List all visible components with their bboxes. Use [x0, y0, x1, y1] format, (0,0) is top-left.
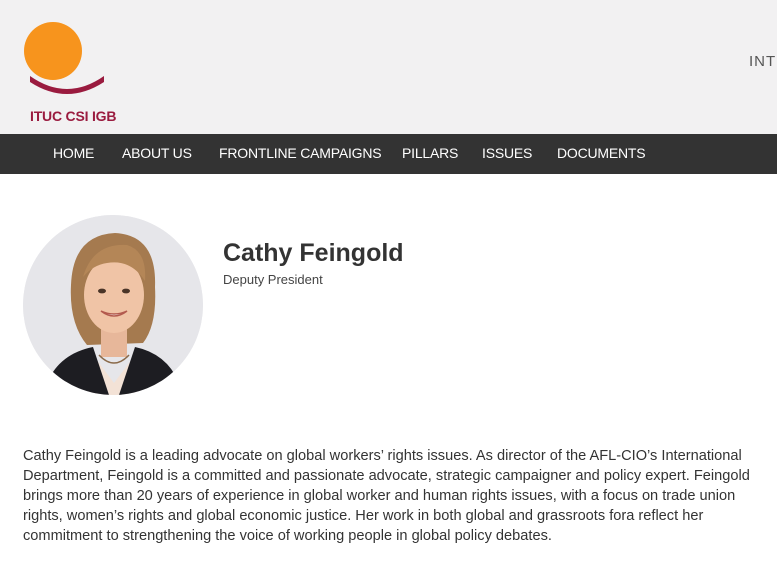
- nav-frontline-campaigns[interactable]: FRONTLINE CAMPAIGNS: [219, 145, 382, 161]
- ituc-logo[interactable]: ITUC CSI IGB: [22, 22, 116, 126]
- nav-pillars[interactable]: PILLARS: [402, 145, 458, 161]
- profile-title: Deputy President: [223, 272, 323, 287]
- main-nav: HOME ABOUT US FRONTLINE CAMPAIGNS PILLAR…: [0, 134, 777, 174]
- nav-issues[interactable]: ISSUES: [482, 145, 532, 161]
- nav-home[interactable]: HOME: [53, 145, 94, 161]
- logo-arc-icon: [30, 76, 104, 94]
- profile-photo: [23, 215, 203, 395]
- site-header: ITUC CSI IGB INT: [0, 0, 777, 134]
- logo-text: ITUC CSI IGB: [30, 108, 117, 124]
- profile-name: Cathy Feingold: [223, 239, 404, 267]
- nav-about-us[interactable]: ABOUT US: [122, 145, 192, 161]
- nav-documents[interactable]: DOCUMENTS: [557, 145, 646, 161]
- header-international-link[interactable]: INT: [749, 53, 776, 70]
- profile-bio: Cathy Feingold is a leading advocate on …: [23, 448, 750, 544]
